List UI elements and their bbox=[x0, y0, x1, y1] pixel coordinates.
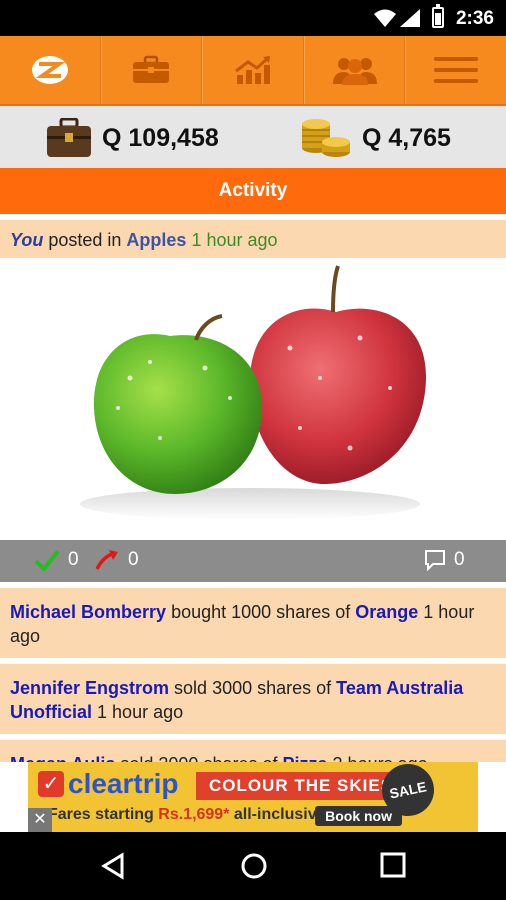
feed-user-link[interactable]: Michael Bomberry bbox=[10, 602, 166, 622]
feed-item[interactable]: Megan Aulis sold 2000 shares of Pizza 2 … bbox=[0, 740, 506, 762]
comment-icon bbox=[425, 550, 445, 571]
feed-time: 1 hour ago bbox=[97, 702, 184, 722]
briefcase-icon bbox=[133, 55, 170, 83]
trend-count: 0 bbox=[128, 549, 139, 570]
post-author[interactable]: You bbox=[10, 230, 43, 250]
post-actions: 0 0 0 bbox=[0, 540, 506, 582]
like-count: 0 bbox=[68, 549, 79, 570]
activity-feed: Michael Bomberry bought 1000 shares of O… bbox=[0, 582, 506, 762]
feed-action: bought 1000 shares of bbox=[171, 602, 351, 622]
ad-banner[interactable]: ✓ cleartrip COLOUR THE SKIES SALE Fares s… bbox=[28, 762, 478, 832]
home-icon[interactable] bbox=[240, 852, 268, 880]
post-meta: You posted in Apples 1 hour ago bbox=[0, 220, 506, 258]
post-verb: posted in bbox=[48, 230, 122, 250]
post-time: 1 hour ago bbox=[191, 230, 278, 250]
balance-bar: Q 109,458 Q 4,765 bbox=[0, 106, 506, 168]
like-action[interactable]: 0 bbox=[34, 549, 79, 571]
feed-target-link[interactable]: Orange bbox=[355, 602, 418, 622]
nav-portfolio-button[interactable] bbox=[100, 36, 203, 104]
battery-icon bbox=[432, 4, 444, 28]
feed-time: 2 hours ago bbox=[333, 754, 428, 762]
ad-tagline: COLOUR THE SKIES bbox=[196, 772, 406, 800]
zumbl-logo-icon bbox=[31, 56, 68, 84]
recents-icon[interactable] bbox=[380, 852, 406, 878]
coins-balance[interactable]: Q 4,765 bbox=[300, 118, 451, 158]
nav-menu-button[interactable] bbox=[405, 36, 506, 104]
apples-photo bbox=[80, 265, 427, 520]
nav-friends-button[interactable] bbox=[303, 36, 406, 104]
system-nav-bar bbox=[0, 832, 506, 900]
trend-up-icon bbox=[95, 550, 118, 570]
ad-book-now-button[interactable]: Book now bbox=[315, 806, 402, 826]
ad-close-button[interactable]: ✕ bbox=[28, 808, 52, 832]
feed-action: sold 3000 shares of bbox=[174, 678, 332, 698]
section-title-activity: Activity bbox=[0, 168, 506, 214]
feed-target-link[interactable]: Pizza bbox=[283, 754, 328, 762]
top-nav bbox=[0, 36, 506, 106]
wifi-icon bbox=[374, 9, 396, 27]
status-bar: 2:36 bbox=[0, 0, 506, 36]
comment-count: 0 bbox=[454, 549, 465, 570]
post-image[interactable] bbox=[0, 258, 506, 540]
portfolio-amount: Q 109,458 bbox=[102, 123, 219, 152]
back-icon[interactable] bbox=[100, 852, 126, 880]
hamburger-menu-icon bbox=[434, 57, 479, 83]
briefcase-icon bbox=[47, 118, 91, 157]
feed-user-link[interactable]: Megan Aulis bbox=[10, 754, 115, 762]
comment-action[interactable]: 0 bbox=[424, 549, 465, 571]
coins-amount: Q 4,765 bbox=[362, 123, 451, 152]
check-icon bbox=[34, 549, 60, 571]
feed-item[interactable]: Jennifer Engstrom sold 3000 shares of Te… bbox=[0, 664, 506, 734]
portfolio-balance[interactable]: Q 109,458 bbox=[46, 118, 219, 158]
feed-user-link[interactable]: Jennifer Engstrom bbox=[10, 678, 169, 698]
trend-action[interactable]: 0 bbox=[94, 549, 139, 571]
ad-offer-prefix: Fares starting bbox=[48, 806, 154, 823]
cell-signal-icon bbox=[400, 9, 420, 27]
ad-brand-name: cleartrip bbox=[68, 768, 179, 799]
trending-chart-icon bbox=[235, 55, 270, 84]
status-time: 2:36 bbox=[455, 8, 494, 29]
nav-trending-button[interactable] bbox=[202, 36, 304, 104]
ad-offer-text: Fares starting Rs.1,699* all-inclusive bbox=[48, 806, 325, 824]
ad-offer-suffix: all-inclusive bbox=[233, 806, 326, 823]
people-icon bbox=[332, 58, 377, 85]
ad-offer-price: Rs.1,699* bbox=[158, 806, 230, 823]
cleartrip-check-icon: ✓ bbox=[38, 771, 64, 797]
feed-action: sold 2000 shares of bbox=[120, 754, 277, 762]
post-topic-link[interactable]: Apples bbox=[126, 230, 186, 250]
ad-brand: ✓ cleartrip bbox=[38, 768, 179, 800]
coins-icon bbox=[302, 119, 350, 157]
nav-home-button[interactable] bbox=[0, 36, 101, 104]
feed-item[interactable]: Michael Bomberry bought 1000 shares of O… bbox=[0, 588, 506, 658]
